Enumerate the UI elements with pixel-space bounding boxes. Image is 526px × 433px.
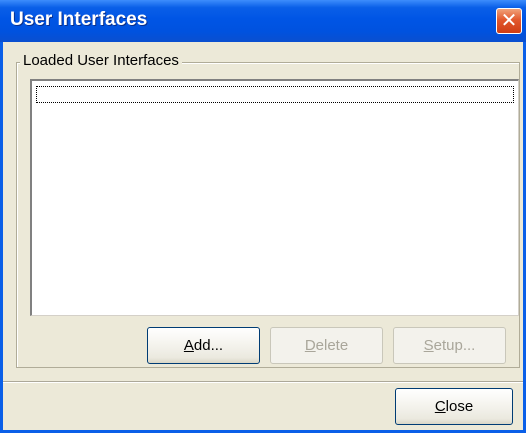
close-icon: ✕: [500, 10, 518, 32]
window-title: User Interfaces: [10, 9, 148, 30]
user-interfaces-dialog: User Interfaces ✕ Loaded User Interfaces…: [0, 0, 526, 433]
delete-button-label: elete: [315, 337, 349, 354]
dialog-separator: [3, 381, 523, 383]
add-button-accel: A: [183, 337, 194, 354]
close-window-button[interactable]: ✕: [496, 8, 522, 34]
user-interfaces-listbox[interactable]: [30, 79, 519, 316]
close-button-label: lose: [445, 398, 474, 415]
setup-button[interactable]: Setup...: [393, 327, 506, 364]
delete-button-accel: D: [304, 337, 316, 354]
close-button-accel: C: [434, 398, 446, 415]
add-button[interactable]: Add...: [147, 327, 260, 364]
add-button-label: dd...: [193, 337, 224, 354]
title-bar[interactable]: User Interfaces ✕: [0, 0, 526, 42]
close-button[interactable]: Close: [395, 388, 513, 425]
delete-button[interactable]: Delete: [270, 327, 383, 364]
list-focus-row[interactable]: [36, 86, 514, 103]
group-legend: Loaded User Interfaces: [20, 52, 182, 70]
setup-button-label: etup...: [433, 337, 476, 354]
setup-button-accel: S: [423, 337, 434, 354]
